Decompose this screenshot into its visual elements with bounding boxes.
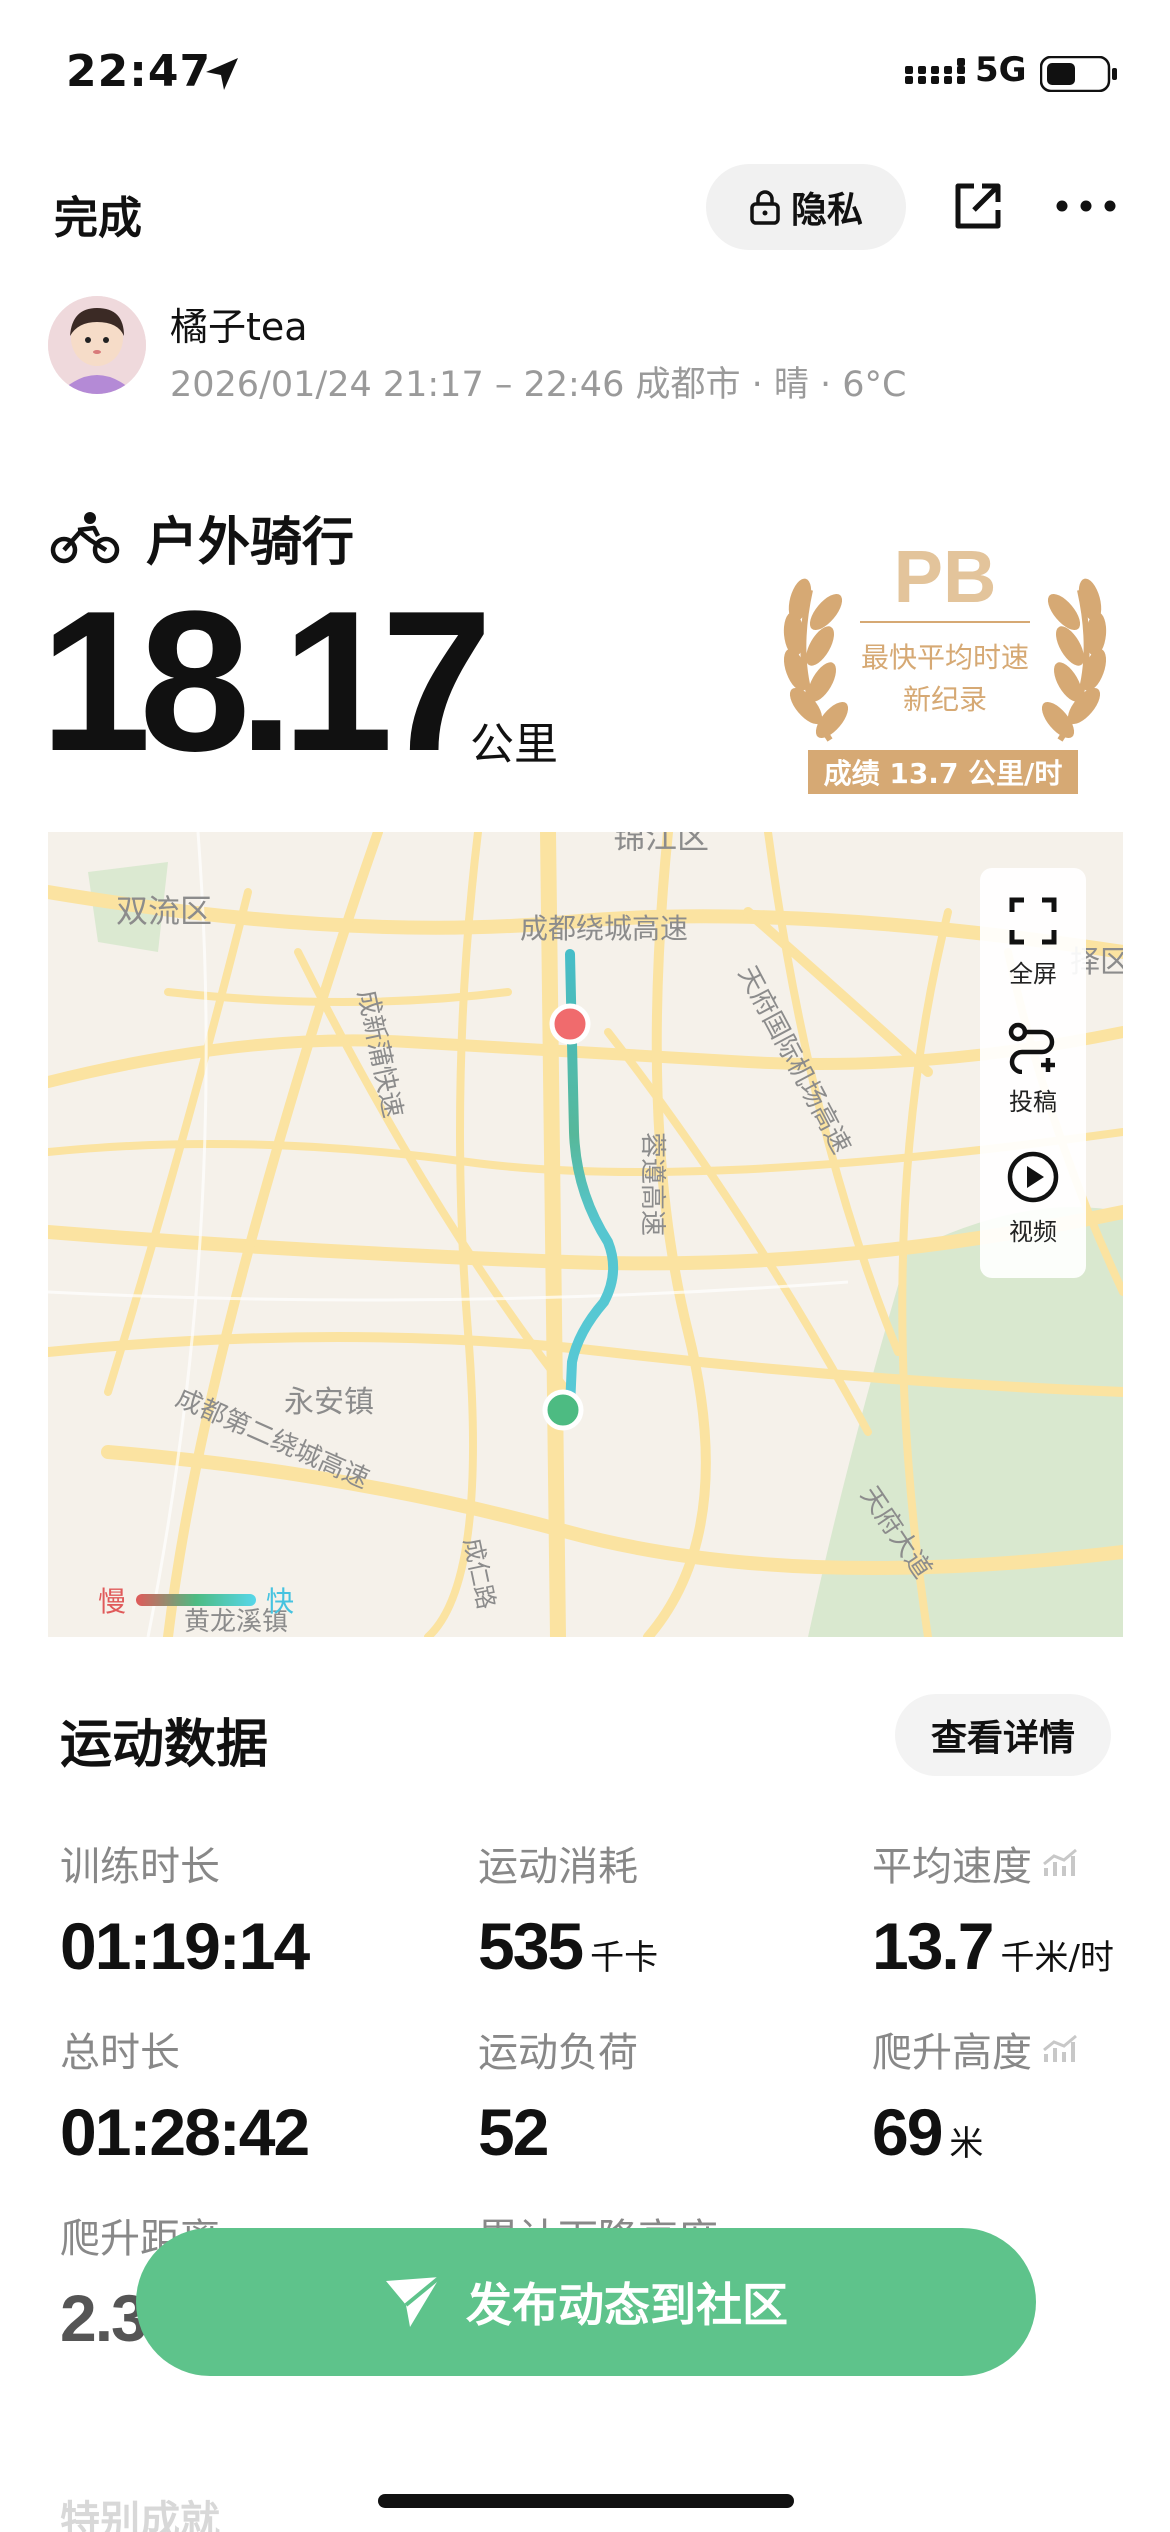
achievements-title: 特别成就 (60, 2498, 220, 2532)
metric-value: 01:19:14 (60, 1909, 310, 1983)
cycling-icon (50, 512, 120, 564)
metric-label: 训练时长 (60, 1844, 220, 1890)
username[interactable]: 橘子tea (170, 296, 308, 351)
privacy-button[interactable]: 隐私 (706, 164, 906, 250)
fullscreen-button[interactable]: 全屏 (980, 896, 1086, 989)
metric-value: 01:28:42 (60, 2095, 310, 2169)
route-submit-icon (1008, 1022, 1055, 1075)
metric-unit: 千米/时 (1000, 1938, 1114, 1978)
lock-icon (750, 190, 780, 225)
network-type: 5G (975, 50, 1027, 90)
legend-slow: 慢 (98, 1585, 127, 1618)
map-canvas: 锦江区 双流区 成都绕城高速 天府国际机场高速 成新蒲快速 蓉遵高速 永安镇 成… (48, 832, 1123, 1637)
pb-line2: 新纪录 (902, 683, 987, 716)
video-label: 视频 (1009, 1218, 1057, 1246)
map-label: 成都绕城高速 (520, 912, 688, 945)
pb-line1: 最快平均时速 (860, 641, 1029, 674)
status-bar: 22:47 5G (0, 0, 1170, 150)
battery-icon (1040, 56, 1117, 92)
metric-elevation-gain[interactable]: 爬升高度 69 米 (872, 2020, 1080, 2170)
status-time: 22:47 (66, 46, 212, 97)
fullscreen-label: 全屏 (1009, 960, 1057, 988)
metric-value: 52 (478, 2095, 549, 2169)
pb-result: 成绩 13.7 公里/时 (808, 750, 1078, 794)
activity-time-location: 2026/01/24 21:17 – 22:46 成都市 · 晴 · 6°C (170, 365, 907, 405)
publish-to-community-button[interactable]: 发布动态到社区 (136, 2228, 1036, 2376)
route-end-marker (542, 1389, 584, 1431)
distance-unit: 公里 (470, 719, 558, 770)
metric-label: 运动消耗 (478, 1844, 638, 1890)
more-icon[interactable] (1056, 200, 1116, 212)
view-details-button[interactable]: 查看详情 (895, 1694, 1111, 1776)
home-indicator[interactable] (378, 2494, 794, 2508)
trend-chart-icon (1043, 1848, 1077, 1876)
activity-type: 户外骑行 (146, 513, 355, 573)
distance-value: 18.17 (40, 570, 492, 793)
route-map[interactable]: 锦江区 双流区 成都绕城高速 天府国际机场高速 成新蒲快速 蓉遵高速 永安镇 成… (48, 832, 1123, 1637)
metric-value: 69 (872, 2095, 943, 2169)
privacy-label: 隐私 (790, 190, 863, 231)
map-toolbar: 全屏 投稿 视频 (980, 868, 1086, 1278)
sports-data-title: 运动数据 (60, 1715, 269, 1775)
metric-calories: 运动消耗 535 千卡 (478, 1834, 658, 1984)
metric-unit: 米 (949, 2124, 984, 2164)
speed-gradient-bar (136, 1594, 257, 1606)
map-label: 永安镇 (284, 1385, 374, 1420)
play-icon (1007, 1151, 1059, 1203)
metric-value: 2.3 (60, 2281, 148, 2355)
avatar[interactable] (48, 296, 146, 394)
metric-unit: 千卡 (590, 1938, 659, 1978)
fullscreen-icon (1009, 897, 1057, 945)
video-button[interactable]: 视频 (980, 1150, 1086, 1247)
metric-value: 535 (478, 1909, 584, 1983)
publish-label: 发布动态到社区 (466, 2278, 788, 2332)
submit-route-label: 投稿 (1009, 1088, 1057, 1116)
metric-label: 平均速度 (872, 1844, 1032, 1890)
map-label: 锦江区 (613, 832, 709, 856)
map-label: 双流区 (116, 892, 212, 930)
legend-fast: 快 (266, 1585, 295, 1618)
send-icon (386, 2275, 442, 2327)
metric-label: 总时长 (60, 2030, 180, 2076)
metric-total-duration: 总时长 01:28:42 (60, 2020, 310, 2170)
pb-title: PB (893, 535, 997, 618)
metric-label: 爬升高度 (872, 2030, 1032, 2076)
speed-legend: 慢 快 (98, 1580, 294, 1620)
signal-icon (905, 58, 965, 84)
top-header: 完成 隐私 (0, 160, 1170, 260)
submit-route-button[interactable]: 投稿 (980, 1020, 1086, 1117)
trend-chart-icon (1043, 2034, 1077, 2062)
map-label: 蓉遵高速 (637, 1132, 667, 1236)
metric-avg-speed[interactable]: 平均速度 13.7 千米/时 (872, 1834, 1114, 1984)
share-icon[interactable] (952, 180, 1004, 232)
location-arrow-icon (206, 58, 238, 90)
route-start-marker (549, 1003, 591, 1045)
metric-training-load: 运动负荷 52 (478, 2020, 638, 2170)
metric-training-duration: 训练时长 01:19:14 (60, 1834, 310, 1984)
metric-label: 运动负荷 (478, 2030, 638, 2076)
metric-value: 13.7 (872, 1909, 994, 1983)
done-button[interactable]: 完成 (54, 182, 142, 246)
